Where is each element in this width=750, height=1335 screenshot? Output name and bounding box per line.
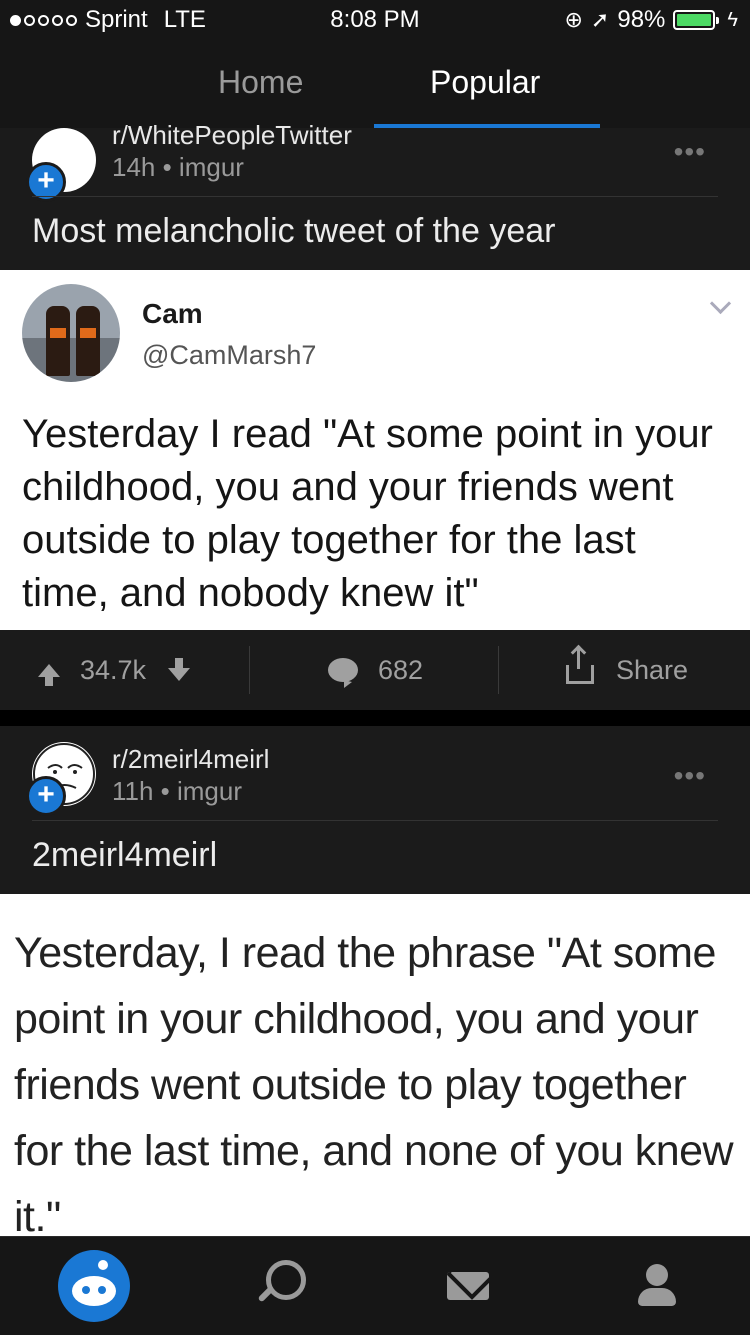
search-icon — [266, 1260, 306, 1300]
comments-button[interactable]: 682 — [328, 630, 423, 710]
subreddit-avatar[interactable]: + — [26, 742, 96, 816]
post-meta: 11h • imgur — [112, 776, 243, 806]
subreddit-name[interactable]: r/2meirl4meirl — [112, 744, 269, 775]
share-icon — [566, 648, 594, 684]
carrier-label: Sprint — [85, 6, 148, 33]
divider — [32, 196, 718, 197]
post-image-tweet[interactable]: Cam @CamMarsh7 Yesterday I read "At some… — [0, 270, 750, 630]
post-title[interactable]: 2meirl4meirl — [32, 836, 217, 875]
signal-strength-icon — [10, 14, 77, 26]
bottom-navigation — [0, 1236, 750, 1335]
tab-home[interactable]: Home — [218, 64, 303, 101]
clock: 8:08 PM — [330, 6, 420, 33]
profile-icon — [636, 1264, 676, 1308]
join-subreddit-icon[interactable]: + — [26, 776, 66, 816]
tweet-author-name: Cam — [142, 298, 203, 329]
feed-tabs: Home Popular — [0, 40, 750, 128]
downvote-icon[interactable] — [168, 657, 191, 681]
nav-inbox[interactable] — [408, 1237, 528, 1335]
battery-icon — [673, 10, 720, 30]
tab-popular[interactable]: Popular — [430, 64, 540, 101]
share-label: Share — [616, 654, 689, 685]
chevron-down-icon — [709, 292, 732, 315]
status-right: ⊕ ➚ 98% ϟ — [564, 6, 738, 34]
nav-home[interactable] — [34, 1237, 154, 1335]
status-bar: Sprint LTE 8:08 PM ⊕ ➚ 98% ϟ — [0, 0, 750, 40]
battery-percent: 98% — [617, 6, 666, 33]
tweet-text: Yesterday I read "At some point in your … — [22, 412, 713, 615]
post-image-text[interactable]: Yesterday, I read the phrase "At some po… — [0, 894, 750, 1236]
tweet-author-handle: @CamMarsh7 — [142, 340, 317, 370]
network-label: LTE — [163, 6, 206, 33]
divider — [249, 646, 250, 694]
upvote-icon[interactable] — [38, 663, 60, 686]
image-caption-text: Yesterday, I read the phrase "At some po… — [14, 929, 734, 1236]
post-card-header: + r/2meirl4meirl 11h • imgur ••• 2meirl4… — [0, 726, 750, 894]
subreddit-name[interactable]: r/WhitePeopleTwitter — [112, 120, 352, 151]
share-button[interactable]: Share — [566, 630, 688, 710]
tweet-avatar — [22, 284, 120, 382]
post-title[interactable]: Most melancholic tweet of the year — [32, 212, 555, 251]
subreddit-avatar[interactable]: + — [26, 128, 96, 202]
mail-icon — [447, 1272, 489, 1300]
location-arrow-icon: ➚ — [590, 7, 610, 32]
divider — [498, 646, 499, 694]
home-snoo-icon — [58, 1250, 130, 1322]
nav-search[interactable] — [220, 1237, 340, 1335]
post-action-bar: 34.7k 682 Share — [0, 630, 750, 710]
charging-bolt-icon: ϟ — [727, 8, 738, 31]
comment-count: 682 — [378, 654, 424, 685]
status-left: Sprint LTE — [10, 6, 206, 34]
more-options-icon[interactable]: ••• — [674, 760, 706, 792]
rotation-lock-icon: ⊕ — [564, 7, 583, 32]
post-card-header: + r/WhitePeopleTwitter 14h • imgur ••• M… — [0, 120, 750, 270]
post-meta: 14h • imgur — [112, 152, 244, 182]
nav-profile[interactable] — [596, 1237, 716, 1335]
vote-controls: 34.7k — [38, 630, 191, 710]
comment-bubble-icon — [328, 658, 358, 688]
more-options-icon[interactable]: ••• — [674, 136, 706, 168]
vote-score: 34.7k — [80, 654, 147, 685]
divider — [32, 820, 718, 821]
